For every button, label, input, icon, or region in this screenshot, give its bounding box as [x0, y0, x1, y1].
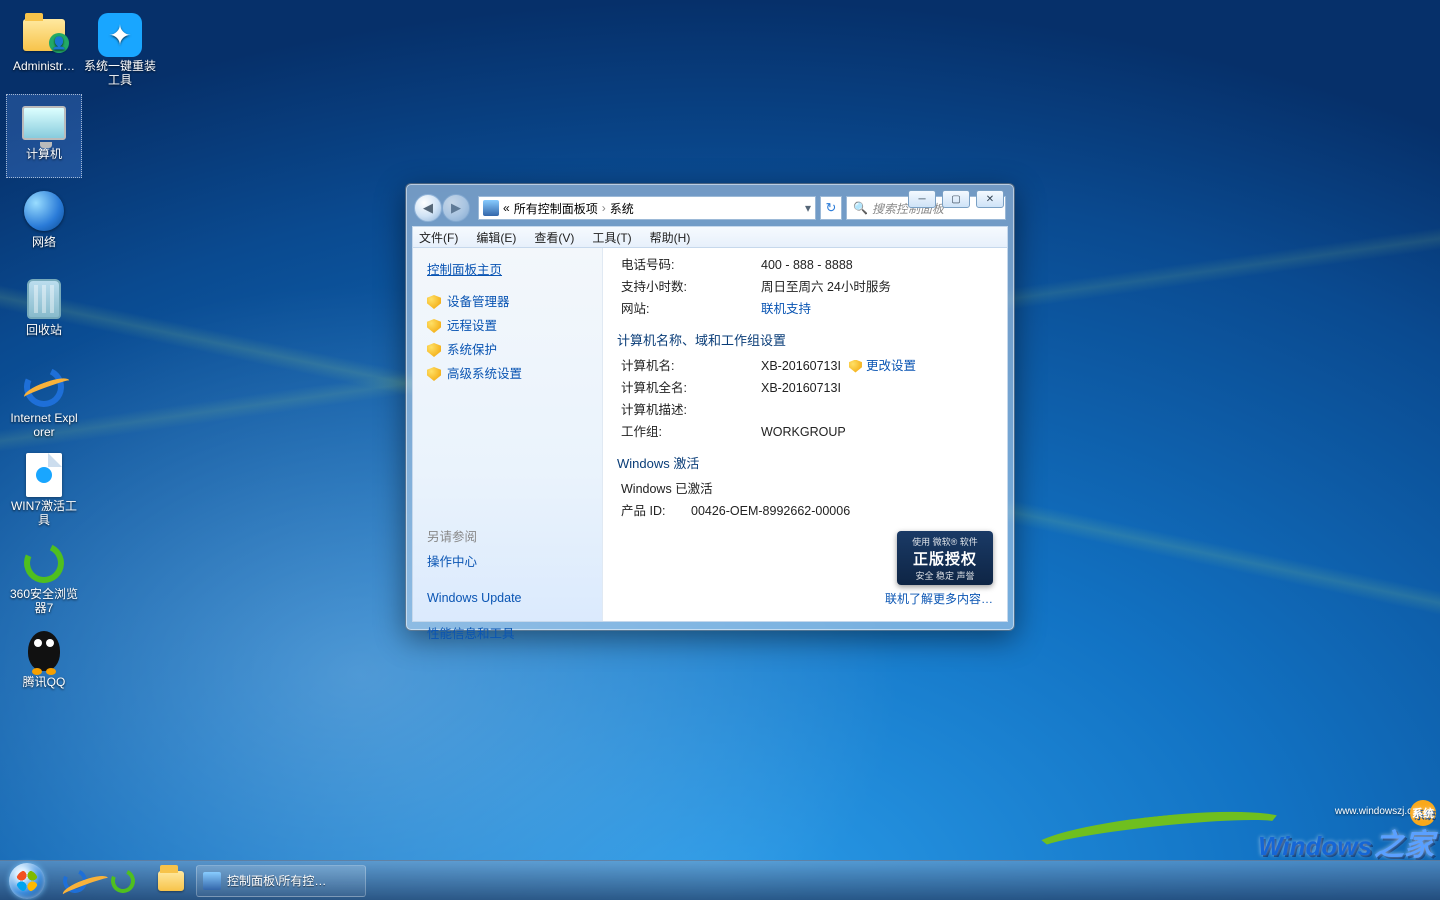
- genuine-badge: 使用 微软® 软件 正版授权 安全 稳定 声誉: [897, 531, 993, 585]
- computer-fullname-value: XB-20160713I: [761, 377, 841, 399]
- phone-label: 电话号码:: [621, 254, 761, 276]
- content-panel: 电话号码:400 - 888 - 8888 支持小时数:周日至周六 24小时服务…: [603, 248, 1007, 621]
- sidebar-advanced-settings[interactable]: 高级系统设置: [427, 362, 602, 386]
- product-id-label: 产品 ID:: [621, 500, 691, 522]
- see-also-title: 另请参阅: [427, 386, 602, 545]
- workgroup-label: 工作组:: [621, 421, 761, 443]
- activation-status: Windows 已激活: [621, 478, 713, 500]
- menu-edit[interactable]: 编辑(E): [476, 229, 516, 246]
- window-controls: ─ ▢ ✕: [908, 190, 1004, 208]
- refresh-button[interactable]: ↻: [820, 196, 842, 220]
- user-badge-icon: 👤: [49, 33, 69, 53]
- address-bar[interactable]: « 所有控制面板项 › 系统 ▾: [478, 196, 816, 220]
- breadcrumb-leaf[interactable]: 系统: [610, 200, 634, 217]
- ie-icon: [18, 361, 69, 412]
- taskbar-task-control-panel[interactable]: 控制面板\所有控…: [196, 865, 366, 897]
- taskbar-ie[interactable]: [52, 862, 98, 900]
- site-label: 网站:: [621, 298, 761, 320]
- seealso-performance[interactable]: 性能信息和工具: [427, 623, 602, 645]
- system-window[interactable]: ─ ▢ ✕ ◀ ▶ « 所有控制面板项 › 系统 ▾ ↻ 🔍 搜索控制面板 文件…: [405, 183, 1015, 631]
- desktop-icon-administrator[interactable]: 👤 Administr…: [6, 6, 82, 90]
- taskbar: 控制面板\所有控…: [0, 860, 1440, 900]
- shield-icon: [427, 319, 441, 333]
- seealso-action-center[interactable]: 操作中心: [427, 551, 602, 573]
- shield-icon: [427, 367, 441, 381]
- desktop-icon-qq[interactable]: 腾讯QQ: [6, 622, 82, 706]
- sidebar-home[interactable]: 控制面板主页: [427, 258, 602, 282]
- sidebar-system-protection[interactable]: 系统保护: [427, 338, 602, 362]
- desktop-icon-360browser[interactable]: 360安全浏览器7: [6, 534, 82, 618]
- sidebar-device-manager[interactable]: 设备管理器: [427, 290, 602, 314]
- menu-file[interactable]: 文件(F): [419, 229, 458, 246]
- menu-help[interactable]: 帮助(H): [650, 229, 691, 246]
- qq-icon: [28, 631, 60, 671]
- folder-icon: [158, 871, 184, 891]
- start-button[interactable]: [4, 862, 50, 900]
- control-panel-icon: [203, 872, 221, 890]
- network-icon: [24, 191, 64, 231]
- change-settings-link[interactable]: 更改设置: [849, 355, 916, 377]
- menubar: 文件(F) 编辑(E) 查看(V) 工具(T) 帮助(H): [412, 226, 1008, 248]
- start-orb-icon: [9, 863, 45, 899]
- computer-icon: [22, 106, 66, 140]
- breadcrumb-root[interactable]: 所有控制面板项: [514, 200, 598, 217]
- taskbar-explorer[interactable]: [148, 862, 194, 900]
- phone-value: 400 - 888 - 8888: [761, 254, 853, 276]
- seealso-windows-update[interactable]: Windows Update: [427, 587, 602, 609]
- sidebar: 控制面板主页 设备管理器 远程设置 系统保护 高级系统设置 另请参阅 操作中心 …: [413, 248, 603, 621]
- computer-desc-label: 计算机描述:: [621, 399, 761, 421]
- hours-value: 周日至周六 24小时服务: [761, 276, 891, 298]
- menu-tools[interactable]: 工具(T): [592, 229, 631, 246]
- computer-name-label: 计算机名:: [621, 355, 761, 377]
- activation-section-title: Windows 激活: [617, 453, 993, 472]
- nav-forward-button[interactable]: ▶: [442, 194, 470, 222]
- shield-icon: [427, 295, 441, 309]
- desktop-icons: 👤 Administr… 计算机 网络 回收站 Internet Explore…: [6, 6, 82, 706]
- browser360-icon: [18, 537, 69, 588]
- sidebar-remote-settings[interactable]: 远程设置: [427, 314, 602, 338]
- desktop-icon-win7-activator[interactable]: WIN7激活工具: [6, 446, 82, 530]
- maximize-button[interactable]: ▢: [942, 190, 970, 208]
- desktop-icon-computer[interactable]: 计算机: [6, 94, 82, 178]
- computer-section-title: 计算机名称、域和工作组设置: [617, 330, 993, 349]
- learn-more-link[interactable]: 联机了解更多内容…: [885, 590, 993, 607]
- tool-icon: ✦: [98, 13, 142, 57]
- computer-name-value: XB-20160713I: [761, 355, 841, 377]
- recycle-bin-icon: [27, 279, 61, 319]
- shield-icon: [427, 343, 441, 357]
- menu-view[interactable]: 查看(V): [534, 229, 574, 246]
- computer-fullname-label: 计算机全名:: [621, 377, 761, 399]
- breadcrumb-sep-left: «: [503, 201, 510, 215]
- hours-label: 支持小时数:: [621, 276, 761, 298]
- desktop-icon-reinstall-tool[interactable]: ✦ 系统一键重装工具: [82, 6, 158, 90]
- nav-back-button[interactable]: ◀: [414, 194, 442, 222]
- desktop-icons-col2: ✦ 系统一键重装工具: [82, 6, 158, 90]
- desktop-icon-recycle-bin[interactable]: 回收站: [6, 270, 82, 354]
- breadcrumb-dropdown[interactable]: ▾: [805, 201, 811, 215]
- minimize-button[interactable]: ─: [908, 190, 936, 208]
- ie-icon: [60, 865, 91, 896]
- desktop-icon-ie[interactable]: Internet Explorer: [6, 358, 82, 442]
- desktop-icon-network[interactable]: 网络: [6, 182, 82, 266]
- close-button[interactable]: ✕: [976, 190, 1004, 208]
- search-icon: 🔍: [853, 201, 868, 215]
- product-id-value: 00426-OEM-8992662-00006: [691, 500, 850, 522]
- browser360-icon: [108, 865, 139, 896]
- site-link[interactable]: 联机支持: [761, 298, 811, 320]
- control-panel-icon: [483, 200, 499, 216]
- file-icon: [26, 453, 62, 497]
- workgroup-value: WORKGROUP: [761, 421, 846, 443]
- shield-icon: [849, 360, 862, 373]
